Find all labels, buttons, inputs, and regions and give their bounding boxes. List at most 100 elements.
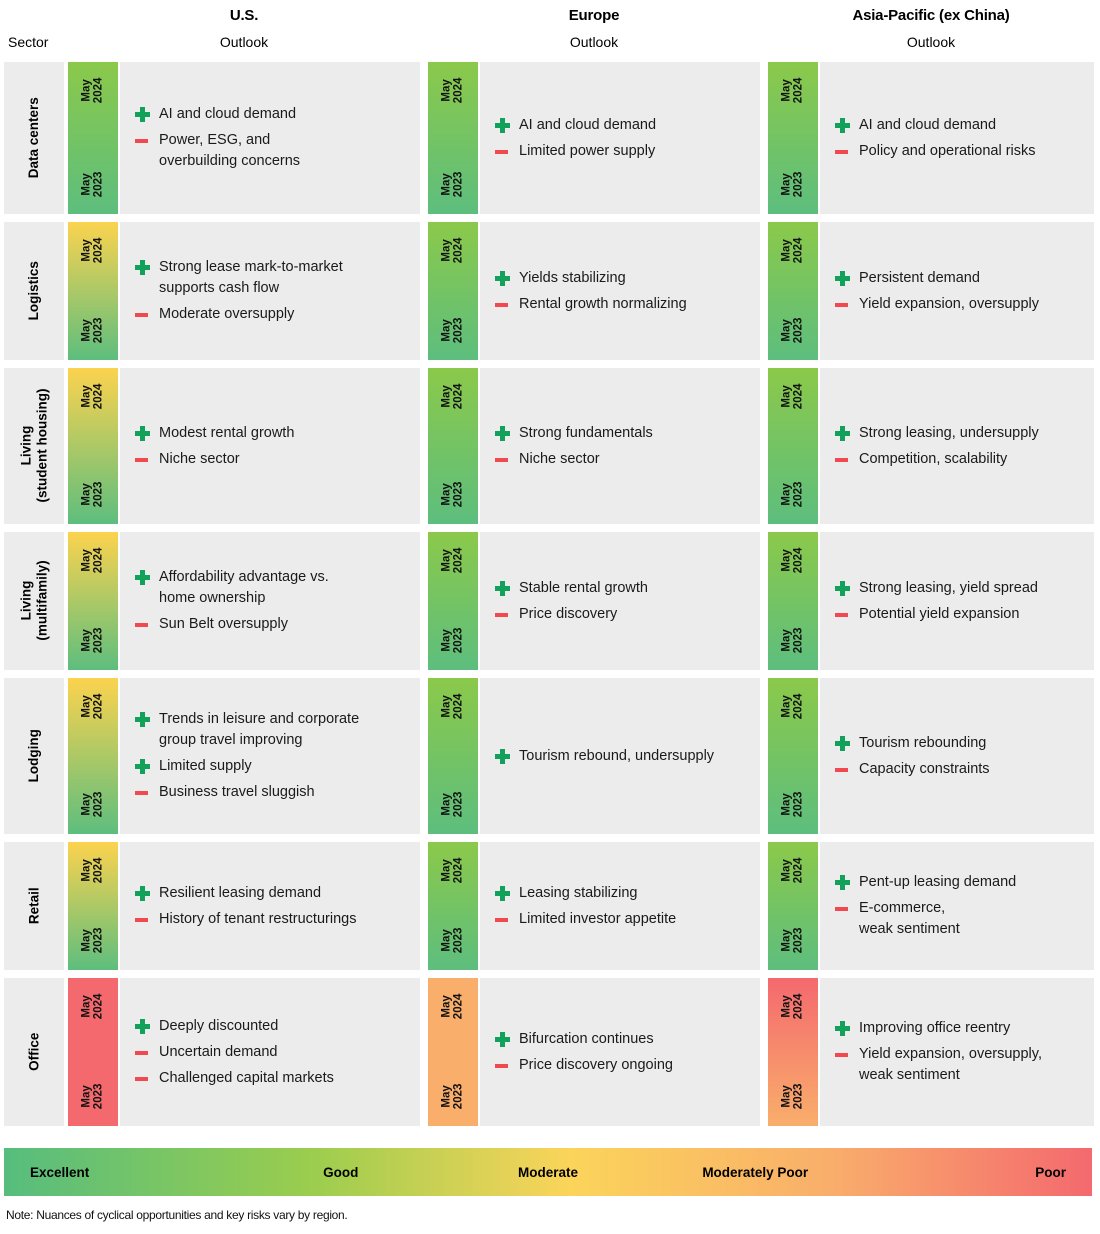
region-cell: May 2024 May 2023 AI and cloud demand Power… (68, 62, 420, 214)
region-header-subtitle: Outlook (219, 34, 269, 50)
bullet-text: Modest rental growth (159, 424, 295, 441)
region-cell: May 2024 May 2023 Leasing stabilizing Limit… (428, 842, 760, 970)
plus-icon (834, 1018, 856, 1039)
bullet-item: Potential yield expansion (834, 604, 1084, 625)
gradient-label-2023: May 2023 (768, 317, 818, 344)
bullet-text: Policy and operational risks (859, 142, 1036, 159)
bullet-text: Pent-up leasing demand (859, 874, 1017, 891)
gradient-label-2024-text: May 2024 (780, 77, 805, 104)
minus-icon (494, 909, 516, 930)
bullet-text: Competition, scalability (859, 450, 1008, 467)
gradient-label-2024: May 2024 (768, 994, 818, 1020)
outlook-panel: Strong lease mark-to-market supports cas… (120, 222, 420, 360)
rating-gradient-bar: May 2024 May 2023 (68, 62, 118, 214)
bullet-text: Potential yield expansion (859, 605, 1020, 622)
gradient-label-2023-text: May 2023 (80, 317, 105, 343)
table-row: Living (student housing) May 2024 May 2023… (0, 368, 1100, 524)
gradient-label-2023: May 2023 (768, 481, 818, 508)
outlook-panel: Persistent demand Yield expansion, oversu… (820, 222, 1094, 360)
bullet-text: Trends in leisure and corporate group tr… (159, 711, 360, 748)
plus-icon (494, 883, 516, 904)
bullet-text: AI and cloud demand (159, 106, 297, 123)
bullet-list: Affordability advantage vs. home ownersh… (134, 562, 410, 639)
sector-label: Data centers (26, 97, 42, 179)
gradient-label-2024: May 2024 (428, 384, 478, 410)
plus-icon (834, 733, 856, 754)
bullet-text: Sun Belt oversupply (159, 615, 288, 632)
rating-gradient-bar: May 2024 May 2023 (68, 978, 118, 1126)
bullet-list: Stable rental growth Price discovery (494, 573, 750, 630)
bullet-item: Pent-up leasing demand (834, 872, 1084, 893)
bullet-list: Modest rental growth Niche sector (134, 418, 410, 475)
bullet-text: Bifurcation continues (519, 1030, 654, 1047)
gradient-label-2023-text: May 2023 (440, 481, 465, 507)
gradient-label-2024-text: May 2024 (80, 237, 105, 264)
bullet-item: Capacity constraints (834, 759, 1084, 780)
minus-icon (134, 130, 156, 151)
bullet-text: Affordability advantage vs. home ownersh… (159, 569, 329, 606)
table-header: Sector U.S. Outlook Europe Outlook Asia-Paci… (0, 0, 1100, 57)
region-cell: May 2024 May 2023 Deeply discounted Uncerta… (68, 978, 420, 1126)
gradient-label-2023-text: May 2023 (440, 317, 465, 343)
bullet-item: Tourism rebound, undersupply (494, 746, 750, 767)
bullet-list: Tourism rebound, undersupply (494, 741, 750, 772)
bullet-item: Trends in leisure and corporate group tr… (134, 709, 410, 750)
bullet-text: Uncertain demand (159, 1043, 278, 1060)
gradient-label-2023-text: May 2023 (780, 927, 805, 953)
gradient-label-2023-text: May 2023 (780, 1083, 805, 1109)
bullet-text: Stable rental growth (519, 579, 648, 596)
bullet-item: Strong fundamentals (494, 423, 750, 444)
gradient-label-2024: May 2024 (68, 78, 118, 104)
outlook-panel: Pent-up leasing demand E-commerce, weak s… (820, 842, 1094, 970)
region-cell: May 2024 May 2023 Stable rental growth Pric… (428, 532, 760, 670)
bullet-item: Policy and operational risks (834, 141, 1084, 162)
minus-icon (134, 614, 156, 635)
gradient-label-2023: May 2023 (68, 171, 118, 198)
gradient-label-2023: May 2023 (428, 927, 478, 954)
gradient-label-2023-text: May 2023 (780, 317, 805, 343)
bullet-item: Yields stabilizing (494, 268, 750, 289)
bullet-text: Tourism rebound, undersupply (519, 747, 715, 764)
gradient-label-2024: May 2024 (768, 78, 818, 104)
region-cell: May 2024 May 2023 Improving office reentry… (768, 978, 1094, 1126)
bullet-item: History of tenant restructurings (134, 909, 410, 930)
bullet-item: E-commerce, weak sentiment (834, 898, 1084, 939)
gradient-label-2023: May 2023 (768, 791, 818, 818)
bullet-item: AI and cloud demand (494, 115, 750, 136)
region-cell: May 2024 May 2023 Strong leasing, yield sp… (768, 532, 1094, 670)
rating-gradient-bar: May 2024 May 2023 (428, 842, 478, 970)
sector-cell: Lodging (4, 678, 64, 834)
minus-icon (834, 1044, 856, 1065)
gradient-label-2024-text: May 2024 (80, 77, 105, 104)
bullet-text: E-commerce, weak sentiment (859, 900, 960, 937)
outlook-panel: Stable rental growth Price discovery (480, 532, 760, 670)
color-scale-legend: Excellent Good Moderate Moderately Poor Poor (4, 1148, 1092, 1196)
gradient-label-2024-text: May 2024 (440, 547, 465, 574)
bullet-item: Strong leasing, yield spread (834, 578, 1084, 599)
gradient-label-2023: May 2023 (768, 927, 818, 954)
bullet-text: Power, ESG, and overbuilding concerns (159, 132, 301, 169)
bullet-list: Trends in leisure and corporate group tr… (134, 704, 410, 807)
rating-gradient-bar: May 2024 May 2023 (768, 978, 818, 1126)
gradient-label-2023-text: May 2023 (80, 171, 105, 197)
bullet-list: AI and cloud demand Limited power supply (494, 110, 750, 167)
outlook-panel: Resilient leasing demand History of tenan… (120, 842, 420, 970)
gradient-label-2023: May 2023 (768, 627, 818, 654)
table-row: Retail May 2024 May 2023 Resilient leasing … (0, 842, 1100, 970)
bullet-text: Moderate oversupply (159, 305, 295, 322)
table-row: Logistics May 2024 May 2023 Strong lease ma… (0, 222, 1100, 360)
gradient-label-2023: May 2023 (428, 1083, 478, 1110)
bullet-text: History of tenant restructurings (159, 910, 357, 927)
bullet-list: Strong leasing, undersupply Competition, … (834, 418, 1084, 475)
outlook-panel: Yields stabilizing Rental growth normaliz… (480, 222, 760, 360)
bullet-text: Deeply discounted (159, 1017, 279, 1034)
plus-icon (494, 1029, 516, 1050)
sector-label: Retail (26, 887, 42, 925)
legend-stop-label: Good (323, 1164, 359, 1180)
gradient-label-2024-text: May 2024 (440, 383, 465, 410)
region-cell: May 2024 May 2023 Bifurcation continues Pri… (428, 978, 760, 1126)
rating-gradient-bar: May 2024 May 2023 (428, 368, 478, 524)
bullet-text: Strong fundamentals (519, 424, 653, 441)
bullet-list: Strong fundamentals Niche sector (494, 418, 750, 475)
bullet-text: Business travel sluggish (159, 783, 315, 800)
